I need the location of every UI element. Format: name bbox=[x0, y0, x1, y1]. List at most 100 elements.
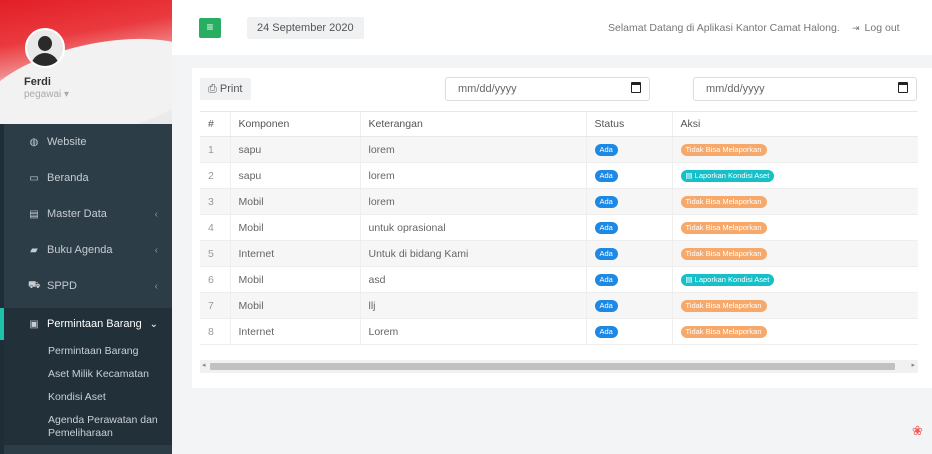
sidebar-item-beranda[interactable]: ▭ Beranda bbox=[0, 160, 172, 196]
cell-keterangan: Lorem bbox=[359, 318, 586, 345]
cell-aksi: Tidak Bisa Melaporkan bbox=[671, 318, 918, 345]
cell-aksi: Tidak Bisa Melaporkan bbox=[671, 292, 918, 319]
column-header-status[interactable]: Status bbox=[585, 111, 672, 137]
submenu-item-aset-milik-kecamatan[interactable]: Aset Milik Kecamatan bbox=[8, 363, 172, 386]
column-header-aksi[interactable]: Aksi bbox=[671, 111, 918, 137]
logout-label: Log out bbox=[864, 22, 900, 34]
cannot-report-badge: Tidak Bisa Melaporkan bbox=[680, 196, 767, 208]
aksi-label: Tidak Bisa Melaporkan bbox=[685, 249, 762, 258]
column-header-number[interactable]: # bbox=[200, 111, 230, 137]
status-badge: Ada bbox=[594, 196, 618, 208]
report-condition-button[interactable]: ▤ Laporkan Kondisi Aset bbox=[680, 274, 775, 286]
sidebar-item-buku-agenda[interactable]: ▰ Buku Agenda ‹ bbox=[0, 232, 172, 268]
cell-keterangan: lorem bbox=[359, 136, 586, 163]
car-icon: ⛟ bbox=[28, 279, 41, 291]
cell-number: 5 bbox=[200, 240, 230, 267]
sidebar-item-label: Permintaan Barang bbox=[47, 318, 142, 330]
cell-status: Ada bbox=[585, 292, 672, 319]
cannot-report-badge: Tidak Bisa Melaporkan bbox=[680, 222, 767, 234]
cell-aksi: ▤ Laporkan Kondisi Aset bbox=[671, 162, 918, 189]
cell-status: Ada bbox=[585, 136, 672, 163]
report-condition-button[interactable]: ▤ Laporkan Kondisi Aset bbox=[680, 170, 775, 182]
cell-number: 4 bbox=[200, 214, 230, 241]
print-label: Print bbox=[219, 83, 243, 95]
submenu-item-kondisi-aset[interactable]: Kondisi Aset bbox=[8, 386, 172, 409]
cell-aksi: Tidak Bisa Melaporkan bbox=[671, 240, 918, 267]
date-to-input[interactable]: mm/dd/yyyy bbox=[693, 77, 917, 101]
cell-keterangan: asd bbox=[359, 266, 586, 293]
calendar-icon[interactable] bbox=[631, 82, 641, 93]
horizontal-scrollbar[interactable]: ◂ ▸ bbox=[200, 360, 918, 373]
welcome-text: Selamat Datang di Aplikasi Kantor Camat … bbox=[608, 22, 840, 34]
sidebar-item-label: Beranda bbox=[47, 172, 89, 184]
column-header-komponen[interactable]: Komponen bbox=[229, 111, 360, 137]
cell-aksi: ▤ Laporkan Kondisi Aset bbox=[671, 266, 918, 293]
cell-komponen: Mobil bbox=[229, 292, 360, 319]
cell-komponen: sapu bbox=[229, 136, 360, 163]
database-icon: ▤ bbox=[29, 208, 39, 220]
table-row: 5 Internet Untuk di bidang Kami Ada Tidak Bi… bbox=[200, 240, 918, 267]
cell-keterangan: lorem bbox=[359, 188, 586, 215]
sidebar-toggle-button[interactable]: ≡ bbox=[199, 18, 221, 38]
sidebar-item-sppd[interactable]: ⛟ SPPD ‹ bbox=[0, 268, 172, 304]
status-badge: Ada bbox=[594, 300, 618, 312]
cell-komponen: Internet bbox=[229, 240, 360, 267]
cell-keterangan: llj bbox=[359, 292, 586, 319]
logout-button[interactable]: ⇥ Log out bbox=[852, 22, 900, 34]
aksi-label: Tidak Bisa Melaporkan bbox=[685, 327, 762, 336]
cannot-report-badge: Tidak Bisa Melaporkan bbox=[680, 144, 767, 156]
cell-status: Ada bbox=[585, 162, 672, 189]
submenu-item-agenda-perawatan[interactable]: Agenda Perawatan dan Pemeliharaan bbox=[8, 409, 172, 445]
avatar[interactable] bbox=[25, 28, 65, 68]
sidebar-item-website[interactable]: ◍ Website bbox=[0, 124, 172, 160]
app-logo-icon: ❀ bbox=[912, 423, 923, 438]
cell-number: 8 bbox=[200, 318, 230, 345]
cell-number: 6 bbox=[200, 266, 230, 293]
date-to-placeholder: mm/dd/yyyy bbox=[706, 83, 765, 95]
cell-status: Ada bbox=[585, 188, 672, 215]
file-icon: ▤ bbox=[685, 171, 695, 180]
calendar-icon[interactable] bbox=[898, 82, 908, 93]
status-badge: Ada bbox=[594, 248, 618, 260]
user-role-dropdown[interactable]: pegawai ▾ bbox=[24, 89, 69, 100]
column-header-keterangan[interactable]: Keterangan bbox=[359, 111, 586, 137]
cannot-report-badge: Tidak Bisa Melaporkan bbox=[680, 248, 767, 260]
book-icon: ▰ bbox=[30, 244, 38, 256]
avatar-head bbox=[38, 36, 52, 51]
table-body: 1 sapu lorem Ada Tidak Bisa Melaporkan 2 sapu l… bbox=[200, 136, 918, 345]
sidebar-item-label: Buku Agenda bbox=[47, 244, 113, 256]
profile-panel: Ferdi pegawai ▾ bbox=[0, 0, 172, 124]
status-badge: Ada bbox=[594, 222, 618, 234]
content-card: ⎙ Print mm/dd/yyyy mm/dd/yyyy # Komponen… bbox=[192, 68, 932, 388]
aksi-label: Laporkan Kondisi Aset bbox=[694, 275, 770, 284]
scroll-right-arrow-icon[interactable]: ▸ bbox=[911, 361, 915, 369]
file-icon: ▤ bbox=[685, 275, 695, 284]
scroll-left-arrow-icon[interactable]: ◂ bbox=[202, 361, 206, 369]
cell-komponen: Mobil bbox=[229, 266, 360, 293]
cell-status: Ada bbox=[585, 318, 672, 345]
user-name: Ferdi bbox=[24, 76, 51, 88]
scrollbar-thumb[interactable] bbox=[210, 363, 895, 370]
chevron-left-icon: ‹ bbox=[154, 208, 158, 220]
aksi-label: Tidak Bisa Melaporkan bbox=[685, 197, 762, 206]
aksi-label: Tidak Bisa Melaporkan bbox=[685, 301, 762, 310]
globe-icon: ◍ bbox=[29, 136, 39, 148]
money-icon: ▣ bbox=[29, 318, 39, 330]
date-from-input[interactable]: mm/dd/yyyy bbox=[445, 77, 650, 101]
cell-komponen: Mobil bbox=[229, 214, 360, 241]
table-row: 2 sapu lorem Ada ▤ Laporkan Kondisi Aset bbox=[200, 162, 918, 189]
table-row: 4 Mobil untuk oprasional Ada Tidak Bisa Mela… bbox=[200, 214, 918, 241]
table-row: 6 Mobil asd Ada ▤ Laporkan Kondisi Aset bbox=[200, 266, 918, 293]
status-badge: Ada bbox=[594, 326, 618, 338]
aksi-label: Tidak Bisa Melaporkan bbox=[685, 145, 762, 154]
sidebar-item-permintaan-barang[interactable]: ▣ Permintaan Barang ⌄ bbox=[0, 308, 172, 340]
sidebar-item-master-data[interactable]: ▤ Master Data ‹ bbox=[0, 196, 172, 232]
print-button[interactable]: ⎙ Print bbox=[200, 78, 251, 100]
cell-status: Ada bbox=[585, 214, 672, 241]
cell-status: Ada bbox=[585, 266, 672, 293]
cell-komponen: Mobil bbox=[229, 188, 360, 215]
submenu-item-permintaan-barang[interactable]: Permintaan Barang bbox=[8, 340, 172, 363]
cell-status: Ada bbox=[585, 240, 672, 267]
top-header: ≡ 24 September 2020 Selamat Datang di Ap… bbox=[172, 0, 932, 55]
cell-keterangan: untuk oprasional bbox=[359, 214, 586, 241]
